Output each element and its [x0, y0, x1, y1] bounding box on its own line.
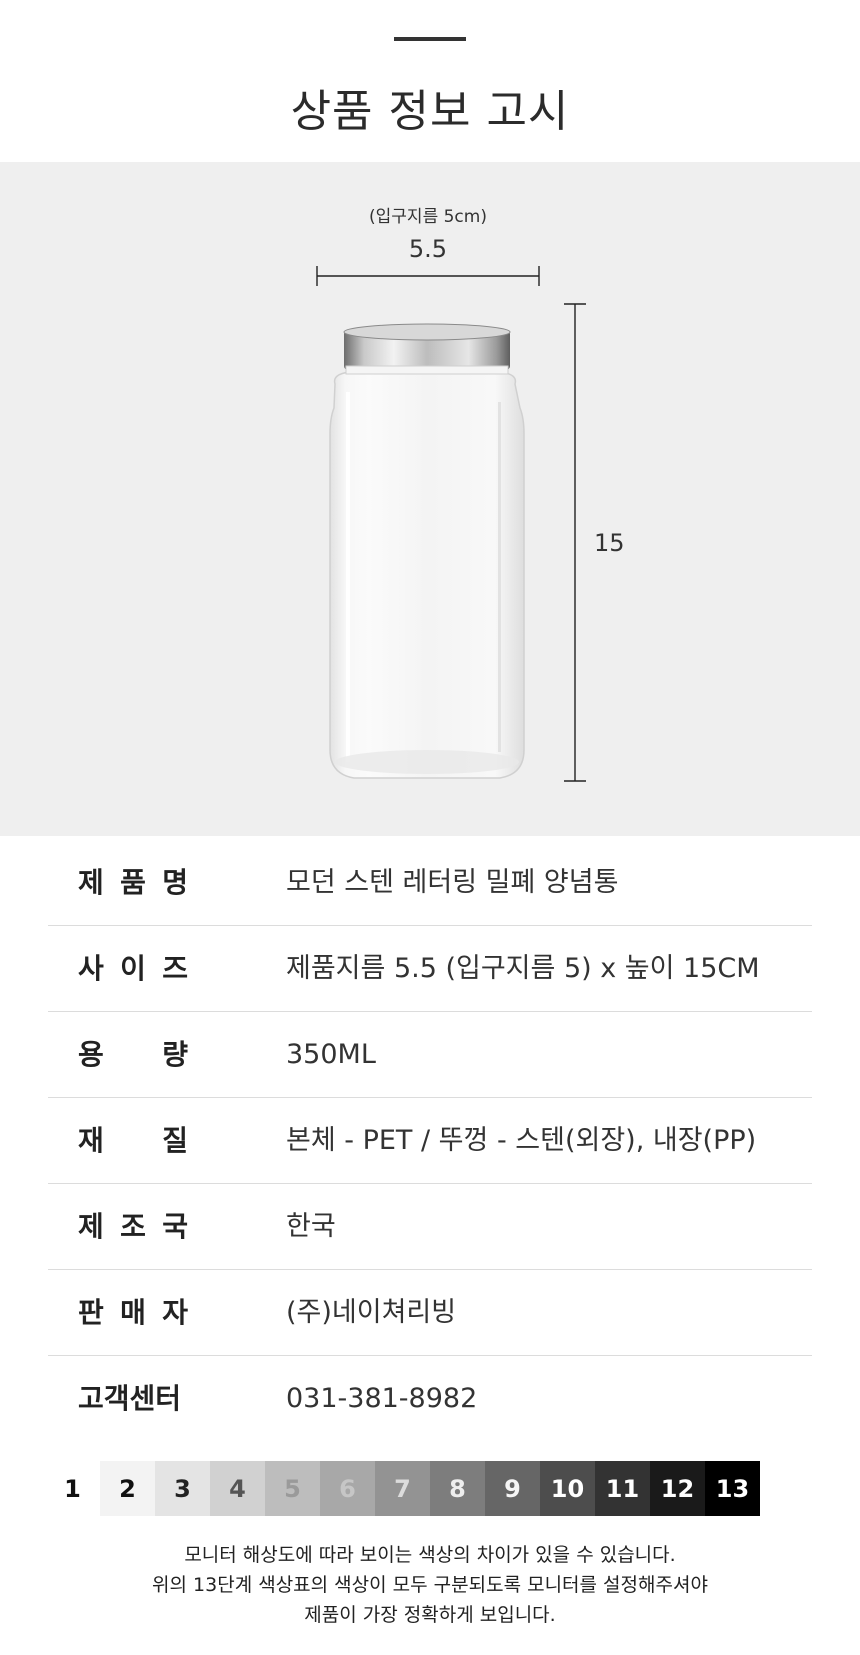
product-illustration: (입구지름 5cm) 5.5 15	[316, 207, 625, 782]
color-swatch: 5	[265, 1461, 320, 1516]
notice-line: 위의 13단계 색상표의 색상이 모두 구분되도록 모니터를 설정해주셔야	[152, 1574, 708, 1596]
color-swatch: 4	[210, 1461, 265, 1516]
notice-line: 모니터 해상도에 따라 보이는 색상의 차이가 있을 수 있습니다.	[184, 1544, 676, 1566]
spec-row-capacity: 용량 350ML	[48, 1012, 812, 1098]
color-scale: 1 2 3 4 5 6 7 8 9 10 11 12 13	[45, 1461, 760, 1516]
color-swatch: 3	[155, 1461, 210, 1516]
color-swatch: 8	[430, 1461, 485, 1516]
spec-value: 제품지름 5.5 (입구지름 5) x 높이 15CM	[286, 953, 760, 984]
product-image-area: (입구지름 5cm) 5.5 15	[0, 162, 860, 836]
notice-line: 제품이 가장 정확하게 보입니다.	[304, 1604, 556, 1626]
width-dimension-line	[316, 266, 540, 286]
spec-label: 재질	[78, 1124, 188, 1157]
color-swatch: 13	[705, 1461, 760, 1516]
monitor-notice: 모니터 해상도에 따라 보이는 색상의 차이가 있을 수 있습니다. 위의 13…	[0, 1540, 860, 1630]
product-spec-table: 제품명 모던 스텐 레터링 밀폐 양념통 사이즈 제품지름 5.5 (입구지름 …	[48, 840, 812, 1441]
spec-row-seller: 판매자 (주)네이쳐리빙	[48, 1270, 812, 1356]
spec-label: 제조국	[78, 1210, 188, 1243]
height-dimension-line	[564, 303, 586, 782]
color-swatch: 7	[375, 1461, 430, 1516]
spec-row-country: 제조국 한국	[48, 1184, 812, 1270]
color-swatch: 2	[100, 1461, 155, 1516]
spec-label: 용량	[78, 1038, 188, 1071]
color-swatch: 10	[540, 1461, 595, 1516]
spec-row-product-name: 제품명 모던 스텐 레터링 밀폐 양념통	[48, 840, 812, 926]
spec-value: 본체 - PET / 뚜껑 - 스텐(외장), 내장(PP)	[286, 1125, 757, 1156]
title-decoration-bar	[394, 37, 466, 41]
spec-row-customer-center: 고객센터 031-381-8982	[48, 1356, 812, 1441]
color-swatch: 1	[45, 1461, 100, 1516]
color-swatch: 11	[595, 1461, 650, 1516]
color-swatch: 12	[650, 1461, 705, 1516]
height-label: 15	[594, 529, 625, 557]
page-title: 상품 정보 고시	[290, 86, 570, 137]
spec-label: 고객센터	[78, 1382, 182, 1415]
spec-value: 한국	[286, 1211, 336, 1242]
spec-label: 판매자	[78, 1296, 188, 1329]
spec-label: 제품명	[78, 866, 188, 899]
spec-value: 350ML	[286, 1039, 376, 1070]
spec-value: 모던 스텐 레터링 밀폐 양념통	[286, 867, 619, 898]
spec-row-material: 재질 본체 - PET / 뚜껑 - 스텐(외장), 내장(PP)	[48, 1098, 812, 1184]
mouth-diameter-label: (입구지름 5cm)	[369, 207, 487, 227]
spec-row-size: 사이즈 제품지름 5.5 (입구지름 5) x 높이 15CM	[48, 926, 812, 1012]
color-swatch: 6	[320, 1461, 375, 1516]
spec-value: 031-381-8982	[286, 1383, 478, 1414]
width-label: 5.5	[409, 235, 447, 263]
spec-label: 사이즈	[78, 952, 188, 985]
jar-body	[329, 371, 525, 779]
spec-value: (주)네이쳐리빙	[286, 1297, 457, 1328]
stainless-lid	[343, 323, 511, 375]
color-swatch: 9	[485, 1461, 540, 1516]
